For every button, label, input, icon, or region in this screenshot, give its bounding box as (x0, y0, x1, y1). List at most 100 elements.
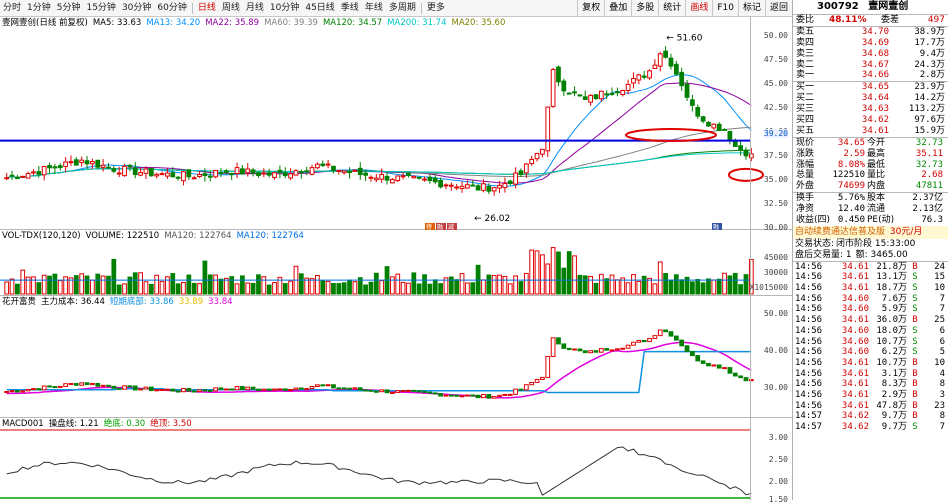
candle-body[interactable] (293, 170, 299, 176)
period-tab-0[interactable]: 分时 (0, 0, 24, 17)
tick-row[interactable]: 14:57 34.62 9.7万 B 8 (793, 411, 948, 422)
candle-body[interactable] (700, 116, 706, 122)
volume-bar[interactable] (181, 281, 186, 295)
volume-bar[interactable] (454, 279, 460, 295)
volume-panel[interactable]: VOL-TDX(120,120) VOLUME: 122510 MA120: 1… (0, 230, 792, 296)
candle-body[interactable] (223, 170, 229, 174)
candle-body[interactable] (250, 169, 256, 174)
volume-bar[interactable] (95, 273, 101, 295)
candle-body[interactable] (727, 130, 733, 142)
candle-body[interactable] (218, 171, 224, 174)
candle-body[interactable] (240, 168, 245, 175)
candle-body[interactable] (604, 93, 610, 96)
volume-bar[interactable] (73, 275, 79, 295)
tick-row[interactable]: 14:56 34.61 2.9万 B 3 (793, 390, 948, 401)
volume-bar[interactable] (400, 281, 406, 295)
volume-bar[interactable] (722, 272, 727, 295)
candle-body[interactable] (159, 173, 165, 176)
volume-bar[interactable] (491, 275, 497, 295)
volume-bar[interactable] (459, 273, 465, 295)
candle-body[interactable] (127, 164, 133, 168)
candle-body[interactable] (679, 71, 685, 87)
volume-bar[interactable] (170, 273, 176, 295)
candle-body[interactable] (647, 70, 652, 79)
period-tab-2[interactable]: 5分钟 (54, 0, 84, 17)
volume-bars[interactable] (0, 230, 792, 296)
volume-bar[interactable] (379, 280, 385, 295)
volume-bar[interactable] (556, 251, 561, 295)
tick-row[interactable]: 14:56 34.61 3.1万 B 4 (793, 369, 948, 380)
volume-bar[interactable] (438, 283, 443, 295)
volume-bar[interactable] (700, 282, 706, 295)
candle-body[interactable] (620, 90, 626, 95)
volume-bar[interactable] (652, 283, 658, 295)
candle-body[interactable] (406, 172, 411, 176)
volume-bar[interactable] (25, 276, 31, 295)
volume-bar[interactable] (240, 275, 245, 295)
candle-body[interactable] (400, 175, 406, 178)
volume-bar[interactable] (154, 274, 160, 295)
volume-bar[interactable] (298, 273, 304, 295)
candle-body[interactable] (84, 160, 90, 165)
chart-area[interactable]: 分时 1分钟 5分钟 15分钟 30分钟 60分钟 日线 周线 月线 10分钟 45日线 季线 年线 多周… (0, 0, 792, 504)
candle-body[interactable] (143, 168, 149, 174)
volume-bar[interactable] (732, 272, 738, 295)
candle-body[interactable] (132, 167, 138, 176)
volume-bar[interactable] (315, 275, 320, 295)
candle-body[interactable] (459, 185, 465, 190)
candle-body[interactable] (68, 161, 74, 164)
candle-body[interactable] (556, 66, 561, 83)
candle-body[interactable] (507, 180, 513, 185)
tick-row[interactable]: 14:56 34.61 8.3万 B 8 (793, 379, 948, 390)
candle-body[interactable] (106, 166, 111, 169)
volume-bar[interactable] (641, 275, 647, 295)
volume-bar[interactable] (272, 282, 277, 295)
candle-body[interactable] (63, 161, 68, 167)
candle-body[interactable] (641, 75, 647, 78)
volume-bar[interactable] (513, 275, 518, 295)
candle-body[interactable] (229, 173, 235, 176)
candle-body[interactable] (384, 175, 390, 181)
volume-bar[interactable] (663, 273, 668, 295)
period-tab-13[interactable]: 多周期 (386, 0, 419, 17)
volume-bar[interactable] (422, 274, 427, 295)
period-tab-5[interactable]: 60分钟 (154, 0, 189, 17)
volume-bar[interactable] (577, 274, 583, 295)
candle-body[interactable] (357, 167, 363, 176)
volume-bar[interactable] (588, 275, 593, 295)
volume-bar[interactable] (593, 282, 599, 295)
volume-bar[interactable] (159, 281, 165, 295)
candle-body[interactable] (175, 176, 181, 179)
candle-body[interactable] (572, 91, 577, 94)
candle-body[interactable] (395, 175, 401, 182)
candle-body[interactable] (716, 123, 722, 131)
candle-body[interactable] (272, 172, 277, 178)
candle-body[interactable] (111, 168, 117, 172)
toolbar-button-3[interactable]: 统计 (658, 0, 685, 17)
candle-body[interactable] (582, 96, 588, 100)
volume-bar[interactable] (625, 282, 631, 295)
volume-bar[interactable] (432, 279, 438, 295)
volume-bar[interactable] (368, 281, 374, 295)
candle-body[interactable] (154, 173, 160, 177)
tick-row[interactable]: 14:56 34.61 47.8万 B 23 (793, 401, 948, 412)
volume-bar[interactable] (132, 272, 138, 295)
volume-bar[interactable] (465, 282, 470, 295)
cost-panel[interactable]: 花开富贵 主力成本: 36.44 短期底部: 33.86 33.89 33.84… (0, 296, 792, 418)
candle-body[interactable] (390, 179, 395, 184)
candle-body[interactable] (57, 165, 63, 169)
candlestick-chart[interactable]: ← 51.60← 26.02榜融减融 (0, 17, 792, 230)
toolbar-button-1[interactable]: 叠加 (604, 0, 631, 17)
candle-body[interactable] (545, 106, 551, 152)
volume-bar[interactable] (615, 279, 620, 295)
candle-body[interactable] (668, 57, 674, 67)
tick-row[interactable]: 14:56 34.60 18.0万 S 6 (793, 326, 948, 337)
period-tab-14[interactable]: 更多 (424, 0, 448, 17)
volume-bar[interactable] (90, 279, 95, 295)
candle-body[interactable] (315, 163, 320, 169)
tick-row[interactable]: 14:56 34.60 5.9万 S 7 (793, 304, 948, 315)
candle-body[interactable] (138, 172, 143, 176)
period-tab-12[interactable]: 年线 (362, 0, 386, 17)
candle-body[interactable] (234, 167, 240, 174)
volume-bar[interactable] (148, 283, 154, 295)
